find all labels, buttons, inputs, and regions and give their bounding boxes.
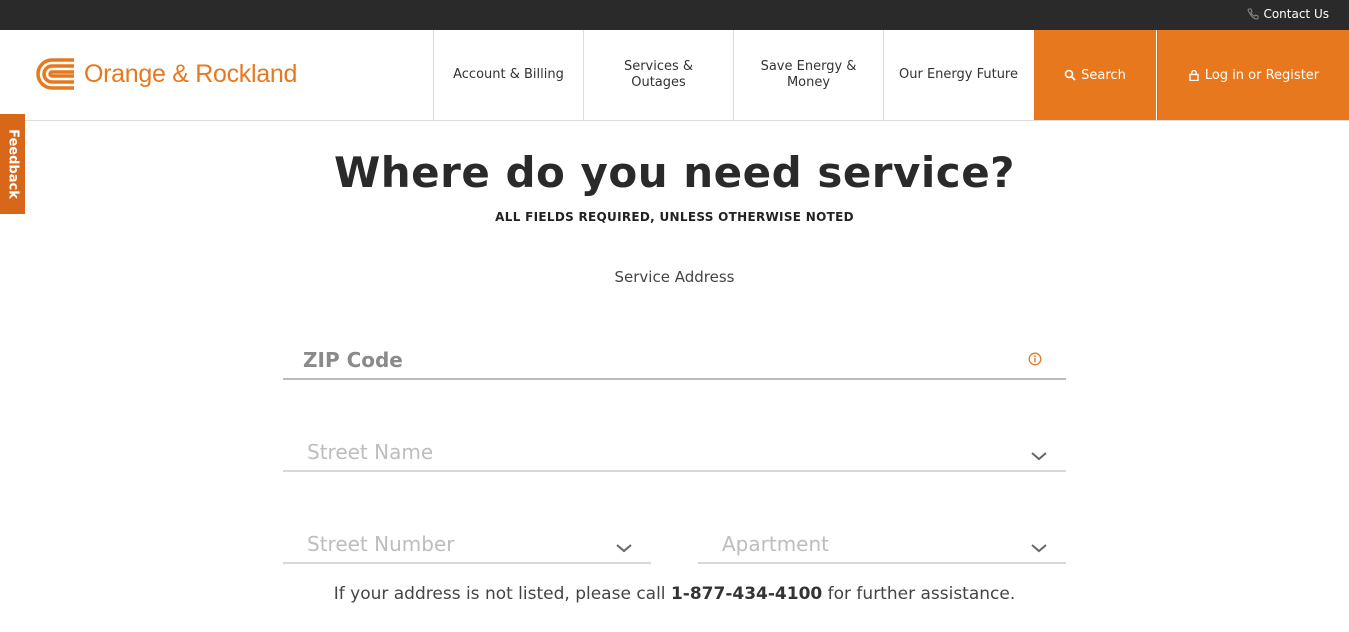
zip-code-field[interactable]: ZIP Code: [283, 338, 1066, 380]
login-register-label: Log in or Register: [1204, 67, 1320, 83]
nav-account-billing[interactable]: Account & Billing: [433, 30, 583, 120]
brand-name: Orange & Rockland: [84, 59, 298, 88]
street-name-select[interactable]: Street Name: [283, 430, 1066, 472]
required-fields-note: ALL FIELDS REQUIRED, UNLESS OTHERWISE NO…: [495, 210, 854, 224]
search-button[interactable]: Search: [1034, 30, 1156, 120]
service-address-label: Service Address: [614, 268, 735, 286]
street-name-placeholder: Street Name: [307, 440, 434, 464]
street-number-select[interactable]: Street Number: [283, 522, 651, 564]
apartment-placeholder: Apartment: [722, 532, 830, 556]
logo[interactable]: Orange & Rockland: [34, 56, 297, 92]
info-icon[interactable]: [1028, 352, 1042, 366]
street-number-placeholder: Street Number: [307, 532, 455, 556]
address-help-text: If your address is not listed, please ca…: [0, 584, 1349, 604]
lock-icon: [1189, 69, 1199, 81]
contact-us-label: Contact Us: [1263, 7, 1329, 21]
main-nav: Account & Billing Services & Outages Sav…: [433, 30, 1033, 120]
login-register-button[interactable]: Log in or Register: [1157, 30, 1349, 120]
help-suffix: for further assistance.: [827, 584, 1016, 604]
top-bar: Contact Us: [0, 0, 1349, 30]
site-header: Orange & Rockland Account & Billing Serv…: [0, 30, 1349, 121]
apartment-select[interactable]: Apartment: [698, 522, 1066, 564]
chevron-down-icon: [1031, 452, 1047, 461]
help-prefix: If your address is not listed, please ca…: [333, 584, 666, 604]
page-title: Where do you need service?: [333, 148, 1016, 197]
phone-icon: [1247, 8, 1259, 20]
contact-us-link[interactable]: Contact Us: [1247, 7, 1329, 21]
orange-rockland-logo-icon: [36, 58, 74, 90]
chevron-down-icon: [616, 544, 632, 553]
search-icon: [1064, 69, 1076, 81]
search-label: Search: [1081, 67, 1126, 83]
nav-our-energy-future[interactable]: Our Energy Future: [883, 30, 1033, 120]
zip-code-placeholder: ZIP Code: [303, 348, 403, 372]
help-phone-number[interactable]: 1-877-434-4100: [671, 584, 822, 604]
chevron-down-icon: [1031, 544, 1047, 553]
nav-save-energy-money[interactable]: Save Energy & Money: [733, 30, 883, 120]
nav-services-outages[interactable]: Services & Outages: [583, 30, 733, 120]
